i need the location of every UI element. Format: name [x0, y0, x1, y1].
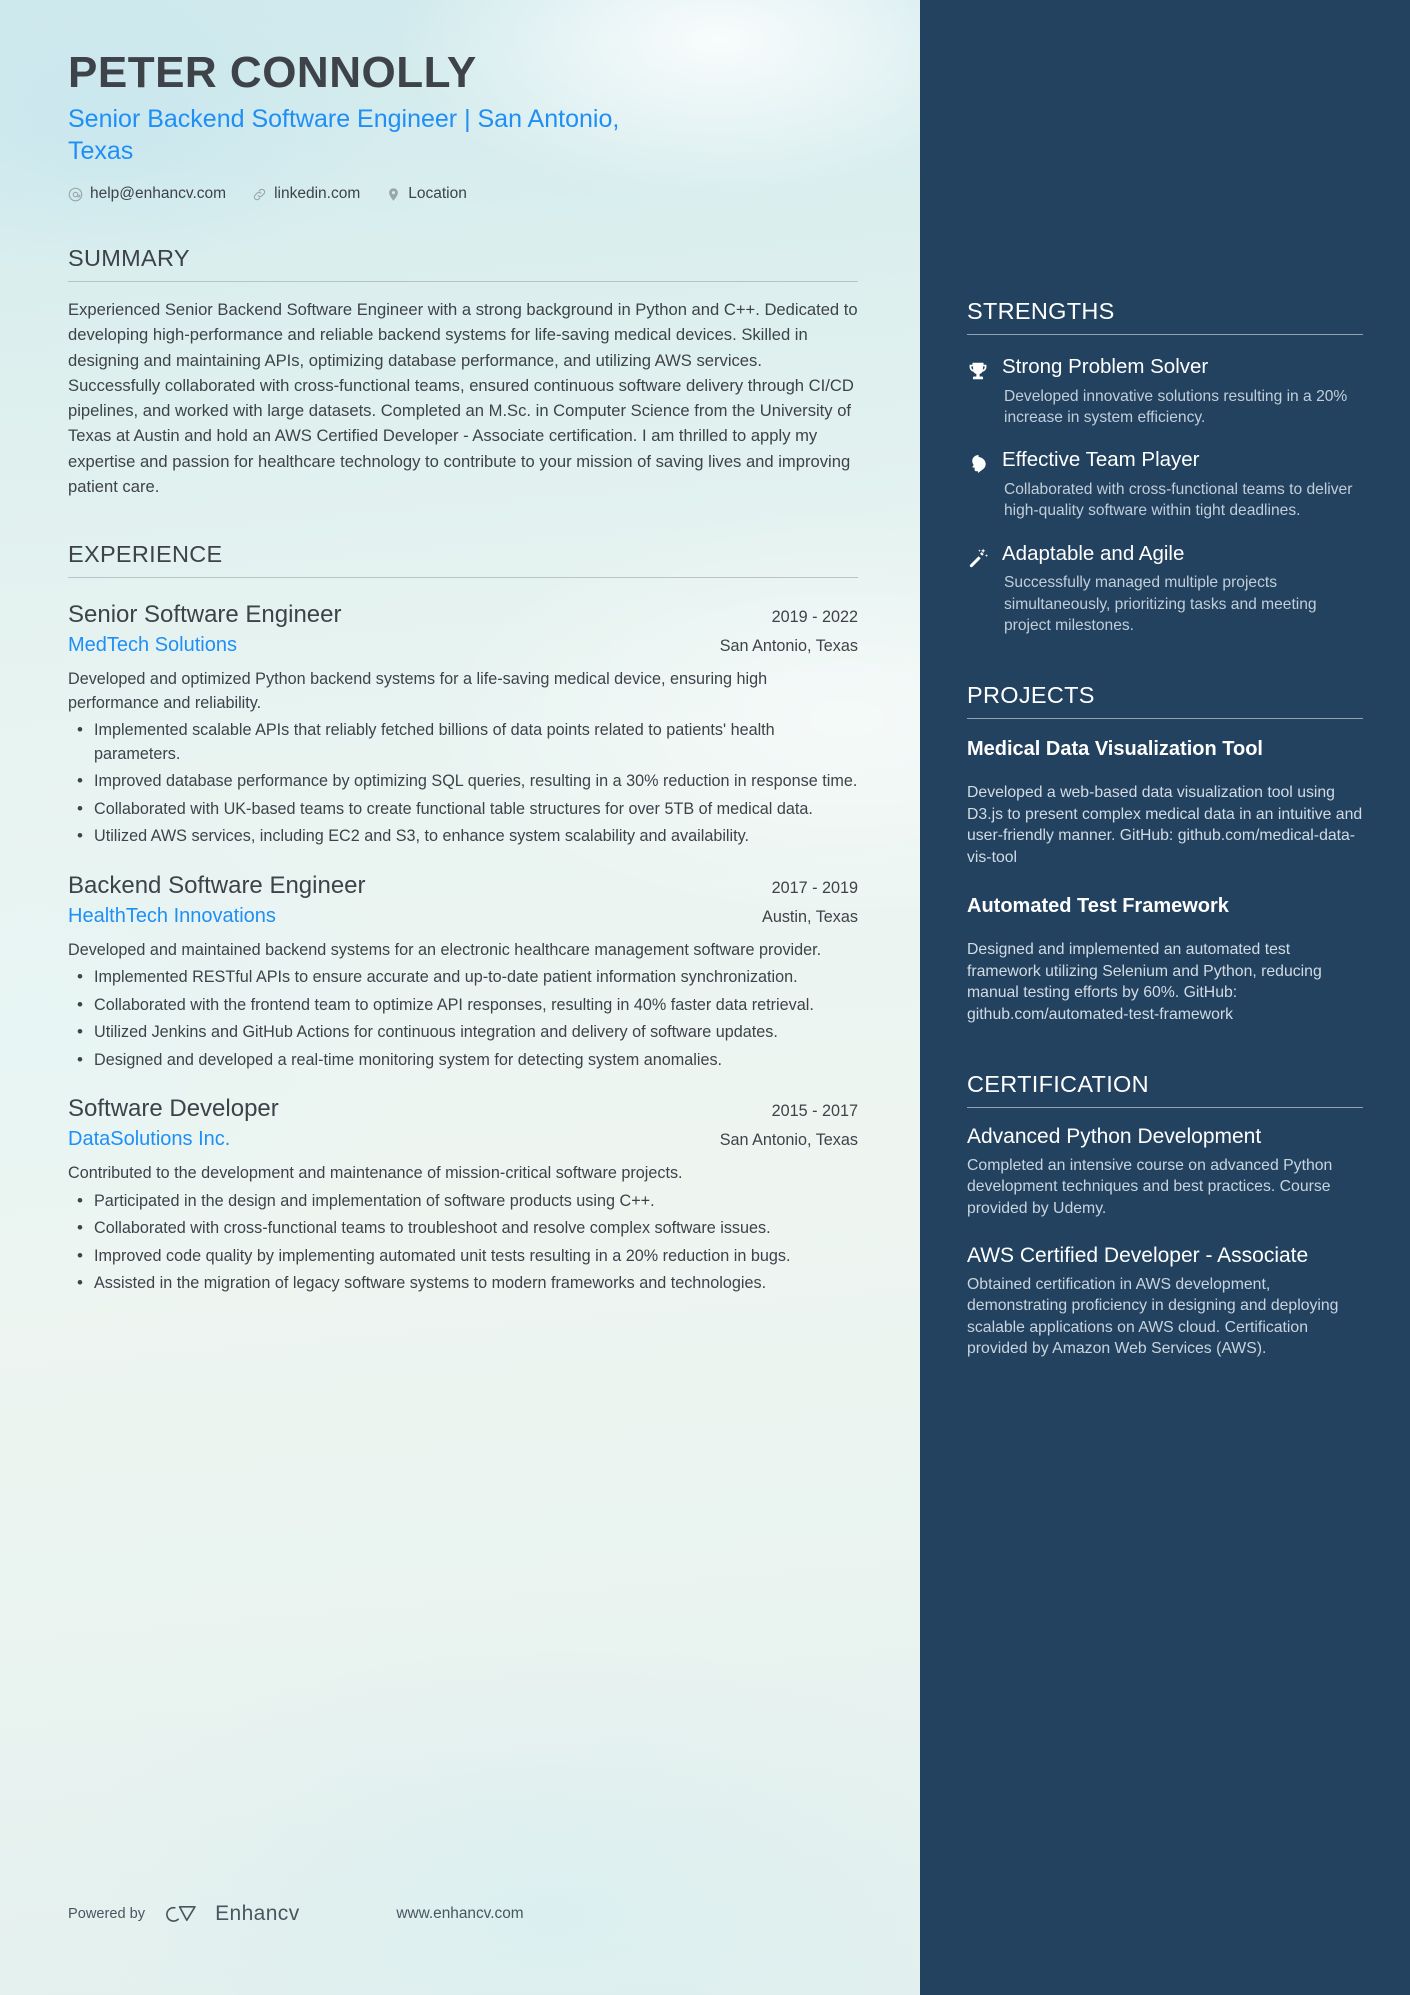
experience-divider	[68, 577, 858, 579]
job-dates: 2019 - 2022	[771, 608, 858, 627]
project-description: Designed and implemented an automated te…	[967, 941, 1322, 1023]
certification-divider	[967, 1107, 1363, 1109]
strength-item: Strong Problem Solver Developed innovati…	[967, 355, 1363, 428]
location-pin-icon	[386, 187, 401, 202]
email-icon	[68, 187, 83, 202]
job-company[interactable]: MedTech Solutions	[68, 632, 237, 659]
resume-header: PETER CONNOLLY Senior Backend Software E…	[68, 0, 858, 203]
job-bullet: Collaborated with cross-functional teams…	[68, 1216, 858, 1241]
left-column: PETER CONNOLLY Senior Backend Software E…	[0, 0, 920, 1995]
certification-name: Advanced Python Development	[967, 1125, 1262, 1149]
strengths-divider	[967, 334, 1363, 335]
strengths-section: STRENGTHS Strong Problem Solver Develope…	[967, 298, 1363, 636]
magic-wand-icon	[967, 547, 989, 569]
strengths-heading: STRENGTHS	[967, 298, 1115, 324]
job-bullets: Implemented RESTful APIs to ensure accur…	[68, 965, 858, 1073]
certification-description: Obtained certification in AWS developmen…	[967, 1275, 1339, 1358]
job-company[interactable]: HealthTech Innovations	[68, 903, 276, 930]
job-bullets: Participated in the design and implement…	[68, 1189, 858, 1297]
job-bullets: Implemented scalable APIs that reliably …	[68, 718, 858, 849]
job-bullet: Collaborated with UK-based teams to crea…	[68, 797, 858, 822]
headline: Senior Backend Software Engineer | San A…	[68, 105, 620, 166]
trophy-icon	[967, 360, 989, 382]
enhancv-mark-icon	[166, 1905, 196, 1922]
experience-heading: EXPERIENCE	[68, 541, 223, 568]
strength-description: Collaborated with cross-functional teams…	[1004, 480, 1353, 520]
strength-name: Strong Problem Solver	[1002, 355, 1209, 378]
certification-heading: CERTIFICATION	[967, 1071, 1149, 1098]
job-description: Developed and optimized Python backend s…	[68, 670, 768, 712]
summary-heading: SUMMARY	[68, 245, 190, 272]
contact-email[interactable]: help@enhancv.com	[68, 185, 226, 203]
enhancv-logo: Enhancv	[159, 1901, 300, 1927]
job-title: Senior Software Engineer	[68, 601, 342, 629]
job-company[interactable]: DataSolutions Inc.	[68, 1126, 230, 1153]
project-item: Automated Test Framework Designed and im…	[967, 894, 1363, 1025]
job-bullet: Implemented RESTful APIs to ensure accur…	[68, 965, 858, 990]
contact-location[interactable]: Location	[386, 185, 467, 203]
summary-section: SUMMARY Experienced Senior Backend Softw…	[68, 245, 858, 499]
strength-name: Adaptable and Agile	[1002, 541, 1185, 565]
experience-section: EXPERIENCE Senior Software Engineer 2019…	[68, 541, 858, 1297]
job-description: Contributed to the development and maint…	[68, 1164, 683, 1183]
projects-heading: PROJECTS	[967, 682, 1095, 709]
job-bullet: Implemented scalable APIs that reliably …	[68, 718, 858, 766]
certification-name: AWS Certified Developer - Associate	[967, 1244, 1309, 1268]
projects-section: PROJECTS Medical Data Visualization Tool…	[967, 682, 1363, 1025]
powered-by-label: Powered by	[68, 1906, 146, 1922]
certification-description: Completed an intensive course on advance…	[967, 1156, 1333, 1217]
job-bullet: Improved code quality by implementing au…	[68, 1244, 858, 1269]
link-icon	[252, 187, 267, 202]
experience-entry: Software Developer 2015 - 2017 DataSolut…	[68, 1094, 858, 1296]
contact-linkedin[interactable]: linkedin.com	[252, 185, 360, 203]
strength-description: Successfully managed multiple projects s…	[1004, 574, 1317, 634]
projects-divider	[967, 718, 1363, 720]
job-bullet: Designed and developed a real-time monit…	[68, 1048, 858, 1073]
project-name: Medical Data Visualization Tool	[967, 738, 1263, 761]
enhancv-wordmark: Enhancv	[215, 1902, 300, 1925]
contact-list: help@enhancv.com linkedin.com Location	[68, 185, 858, 203]
job-bullet: Utilized Jenkins and GitHub Actions for …	[68, 1020, 858, 1045]
job-location: Austin, Texas	[762, 907, 858, 926]
contact-linkedin-text: linkedin.com	[274, 185, 361, 203]
job-bullet: Assisted in the migration of legacy soft…	[68, 1271, 858, 1296]
job-bullet: Participated in the design and implement…	[68, 1189, 858, 1214]
strength-description: Developed innovative solutions resulting…	[1004, 387, 1348, 426]
job-title: Backend Software Engineer	[68, 871, 366, 899]
summary-text: Experienced Senior Backend Software Engi…	[68, 300, 858, 496]
powered-by: Powered by Enhancv	[68, 1901, 300, 1927]
project-name: Automated Test Framework	[967, 895, 1229, 918]
contact-email-text: help@enhancv.com	[90, 185, 227, 203]
strength-name: Effective Team Player	[1002, 448, 1200, 472]
job-location: San Antonio, Texas	[719, 637, 858, 656]
certification-item: Advanced Python Development Completed an…	[967, 1124, 1363, 1219]
certification-section: CERTIFICATION Advanced Python Developmen…	[967, 1071, 1363, 1360]
job-description: Developed and maintained backend systems…	[68, 940, 822, 959]
certification-item: AWS Certified Developer - Associate Obta…	[967, 1243, 1363, 1359]
experience-entry: Backend Software Engineer 2017 - 2019 He…	[68, 871, 858, 1073]
job-location: San Antonio, Texas	[719, 1131, 858, 1150]
summary-divider	[68, 281, 858, 283]
right-sidebar: STRENGTHS Strong Problem Solver Develope…	[920, 0, 1410, 1995]
strength-item: Effective Team Player Collaborated with …	[967, 448, 1363, 521]
experience-entry: Senior Software Engineer 2019 - 2022 Med…	[68, 600, 858, 849]
job-title: Software Developer	[68, 1095, 279, 1123]
job-bullet: Improved database performance by optimiz…	[68, 769, 858, 794]
page-title: PETER CONNOLLY	[68, 48, 477, 97]
page-footer: Powered by Enhancv www.enhancv.com	[0, 1901, 920, 1927]
contact-location-text: Location	[408, 185, 467, 203]
project-item: Medical Data Visualization Tool Develope…	[967, 737, 1363, 868]
job-bullet: Collaborated with the frontend team to o…	[68, 993, 858, 1018]
job-dates: 2015 - 2017	[771, 1102, 858, 1121]
job-bullet: Utilized AWS services, including EC2 and…	[68, 824, 858, 849]
project-description: Developed a web-based data visualization…	[967, 784, 1363, 866]
strength-item: Adaptable and Agile Successfully managed…	[967, 542, 1363, 637]
resume-page: PETER CONNOLLY Senior Backend Software E…	[0, 0, 1410, 1995]
job-dates: 2017 - 2019	[771, 878, 858, 897]
head-brain-icon	[967, 453, 989, 475]
